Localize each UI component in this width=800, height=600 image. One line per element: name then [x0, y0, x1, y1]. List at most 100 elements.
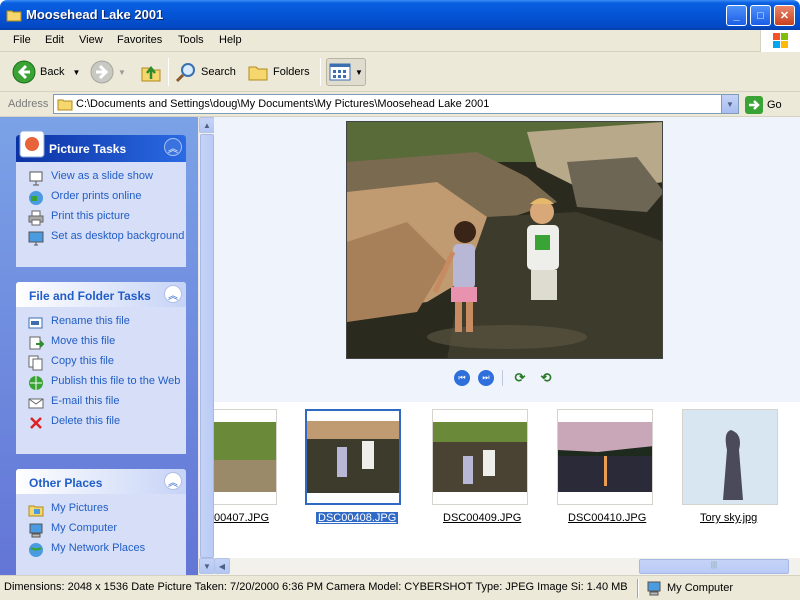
task-print[interactable]: Print this picture	[28, 210, 186, 226]
collapse-icon[interactable]: ︽	[164, 472, 182, 490]
place-my-computer[interactable]: My Computer	[28, 522, 186, 538]
task-email[interactable]: E-mail this file	[28, 395, 186, 411]
windows-logo-icon	[760, 30, 800, 52]
go-label: Go	[767, 99, 782, 111]
toolbar-separator	[320, 58, 321, 86]
toolbar: Back ▼ ▼ Search Folders ▼	[0, 52, 800, 92]
rotate-clockwise-icon[interactable]: ⟳	[511, 370, 529, 386]
file-folder-tasks-panel: File and Folder Tasks ︽ Rename this file…	[16, 282, 186, 454]
toolbar-separator	[168, 58, 169, 86]
task-slideshow[interactable]: View as a slide show	[28, 170, 186, 186]
content-area: ⏮ ⏭ ⟳ ⟲ 00407.JPG DSC00408.JPG DSC00409.…	[214, 117, 800, 558]
task-rename[interactable]: Rename this file	[28, 315, 186, 331]
maximize-button[interactable]: □	[750, 5, 771, 26]
menu-tools[interactable]: Tools	[178, 34, 204, 46]
task-delete[interactable]: Delete this file	[28, 415, 186, 431]
menu-help[interactable]: Help	[219, 34, 242, 46]
views-icon	[329, 63, 351, 81]
status-location-label: My Computer	[667, 582, 734, 594]
thumbnail[interactable]	[682, 409, 778, 505]
panel-title: Other Places	[29, 476, 103, 490]
scrollbar-thumb[interactable]: |||	[639, 559, 789, 574]
menu-favorites[interactable]: Favorites	[117, 34, 162, 46]
menu-file[interactable]: File	[13, 34, 31, 46]
status-text: Dimensions: 2048 x 1536 Date Picture Tak…	[4, 581, 628, 593]
file-folder-tasks-header[interactable]: File and Folder Tasks ︽	[16, 282, 186, 307]
next-image-icon[interactable]: ⏭	[478, 370, 494, 386]
thumbnail-label[interactable]: DSC00409.JPG	[443, 512, 521, 524]
thumbnail-label[interactable]: DSC00408.JPG	[316, 512, 399, 524]
delete-icon	[30, 417, 42, 429]
chevron-down-icon[interactable]: ▼	[118, 68, 126, 77]
thumbnail[interactable]	[432, 409, 528, 505]
controls-divider	[502, 370, 503, 386]
go-button[interactable]: Go	[745, 96, 782, 114]
window-title: Moosehead Lake 2001	[26, 7, 164, 22]
back-label: Back	[40, 66, 65, 78]
status-location: My Computer	[646, 580, 733, 596]
back-arrow-icon	[12, 60, 36, 84]
up-folder-icon	[141, 65, 161, 82]
chevron-down-icon[interactable]: ▼	[721, 95, 738, 113]
forward-arrow-icon	[90, 60, 114, 84]
publish-web-icon	[29, 376, 43, 390]
globe-icon	[29, 191, 43, 205]
place-label: My Network Places	[51, 542, 146, 554]
copy-icon	[28, 355, 43, 371]
search-button[interactable]: Search	[175, 58, 236, 86]
search-label: Search	[201, 66, 236, 78]
my-computer-icon	[29, 523, 43, 538]
move-icon	[29, 336, 44, 350]
horizontal-scrollbar[interactable]: ◀ |||	[214, 558, 800, 575]
menu-bar: File Edit View Favorites Tools Help	[0, 30, 800, 52]
place-my-network[interactable]: My Network Places	[28, 542, 186, 558]
task-set-desktop[interactable]: Set as desktop background	[28, 230, 186, 246]
thumbnail[interactable]	[557, 409, 653, 505]
previous-image-icon[interactable]: ⏮	[454, 370, 470, 386]
thumbnail-label[interactable]: DSC00410.JPG	[568, 512, 646, 524]
task-order-prints[interactable]: Order prints online	[28, 190, 186, 206]
vertical-scrollbar[interactable]: ▲ ▼	[198, 117, 215, 575]
minimize-button[interactable]: _	[726, 5, 747, 26]
folders-button[interactable]: Folders	[247, 58, 310, 86]
views-button[interactable]: ▼	[326, 58, 366, 86]
scroll-down-icon[interactable]: ▼	[199, 558, 215, 574]
thumbnail-label[interactable]: Tory sky.jpg	[700, 512, 757, 524]
scroll-up-icon[interactable]: ▲	[199, 117, 215, 133]
picture-tasks-panel: Picture Tasks ︽ View as a slide show Ord…	[16, 130, 186, 267]
menu-edit[interactable]: Edit	[45, 34, 64, 46]
place-label: My Pictures	[51, 502, 109, 514]
folders-icon	[248, 66, 268, 81]
collapse-icon[interactable]: ︽	[164, 285, 182, 303]
address-input[interactable]: C:\Documents and Settings\doug\My Docume…	[53, 94, 739, 114]
rotate-counterclockwise-icon[interactable]: ⟲	[537, 370, 555, 386]
picture-tasks-icon	[19, 130, 45, 158]
task-label: Order prints online	[51, 190, 142, 202]
address-bar: Address C:\Documents and Settings\doug\M…	[0, 92, 800, 117]
forward-button[interactable]: ▼	[90, 58, 126, 86]
address-label: Address	[8, 98, 49, 110]
scrollbar-thumb[interactable]	[200, 134, 214, 558]
chevron-down-icon[interactable]: ▼	[72, 68, 80, 77]
thumbnail-label[interactable]: 00407.JPG	[214, 512, 269, 524]
collapse-icon[interactable]: ︽	[164, 138, 182, 156]
scroll-left-icon[interactable]: ◀	[214, 558, 230, 574]
task-label: Rename this file	[51, 315, 130, 327]
preview-image	[346, 121, 663, 359]
up-folder-button[interactable]	[140, 58, 162, 86]
my-pictures-icon	[28, 505, 44, 517]
task-publish[interactable]: Publish this file to the Web	[28, 375, 186, 391]
place-my-pictures[interactable]: My Pictures	[28, 502, 186, 518]
thumbnail-selected[interactable]	[305, 409, 401, 505]
back-button[interactable]: Back ▼	[12, 58, 80, 86]
other-places-header[interactable]: Other Places ︽	[16, 469, 186, 494]
picture-tasks-header[interactable]: Picture Tasks ︽	[16, 130, 186, 162]
thumbnail[interactable]	[214, 409, 277, 505]
task-copy[interactable]: Copy this file	[28, 355, 186, 371]
my-network-icon	[29, 543, 43, 557]
task-move[interactable]: Move this file	[28, 335, 186, 351]
menu-view[interactable]: View	[79, 34, 103, 46]
close-button[interactable]: ✕	[774, 5, 795, 26]
task-label: Move this file	[51, 335, 116, 347]
printer-icon	[28, 210, 44, 226]
